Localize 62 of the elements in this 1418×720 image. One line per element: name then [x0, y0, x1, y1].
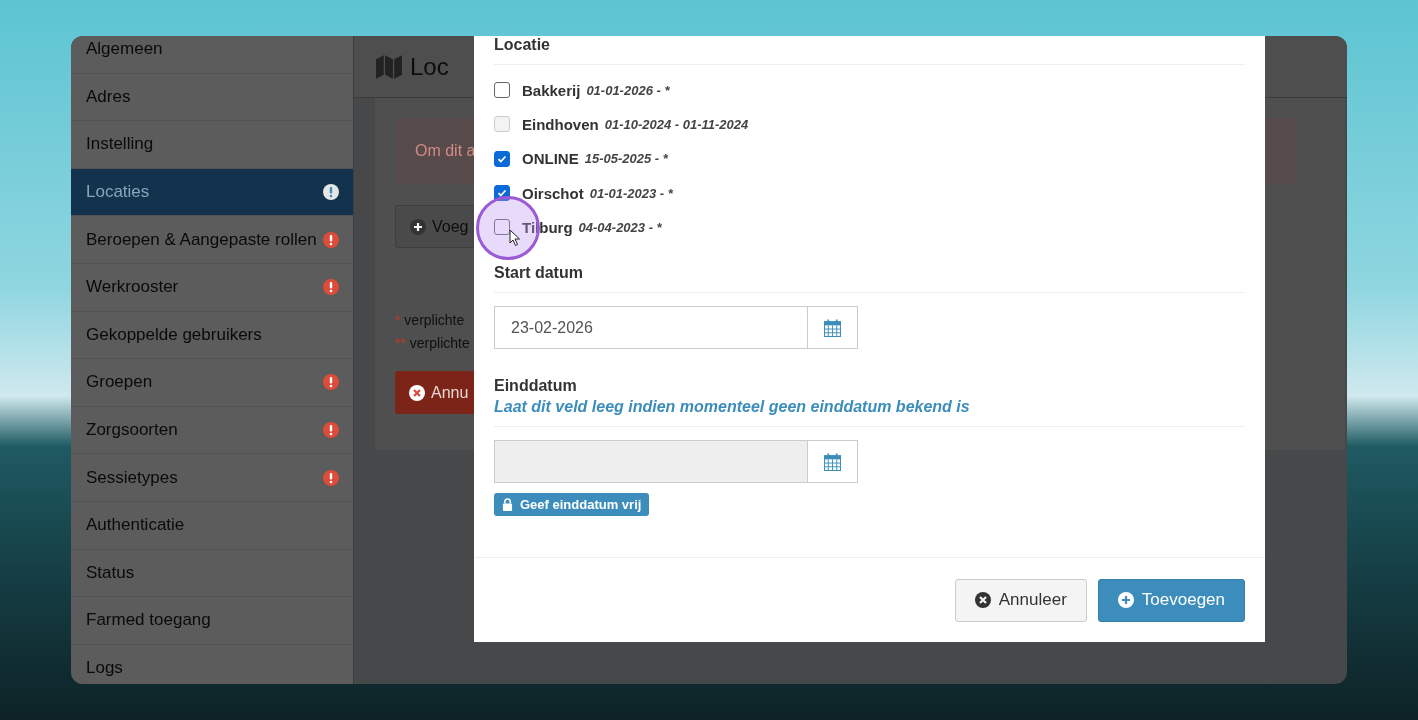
location-period: 01-01-2026 - *	[586, 82, 670, 98]
sidebar-label: Sessietypes	[86, 467, 179, 488]
sidebar-label: Instelling	[86, 134, 155, 155]
location-period: 04-04-2023 - *	[578, 219, 662, 235]
location-period: 01-10-2024 - 01-11-2024	[604, 116, 749, 132]
sidebar-label: Locaties	[86, 182, 151, 203]
sidebar-item[interactable]: Locaties	[71, 168, 353, 217]
close-circle-icon	[974, 592, 991, 608]
note-text: verplichte	[404, 312, 465, 328]
sidebar-label: Algemeen	[86, 39, 164, 60]
sidebar-label: Status	[86, 562, 136, 583]
close-circle-icon	[409, 384, 425, 401]
checkbox[interactable]	[494, 150, 510, 167]
sidebar-item[interactable]: Groepen	[71, 359, 353, 407]
note-text: verplichte	[409, 335, 470, 351]
sidebar-item[interactable]: Gekoppelde gebruikers	[71, 311, 353, 360]
required-marker: *	[395, 312, 401, 328]
sidebar-label: Adres	[86, 86, 132, 107]
sidebar-item[interactable]: Sessietypes	[71, 454, 353, 502]
cursor-icon	[509, 229, 521, 247]
sidebar-item[interactable]: Adres	[71, 73, 353, 122]
add-button[interactable]: Toevoegen	[1097, 578, 1245, 622]
sidebar-item[interactable]: Logs	[71, 644, 353, 684]
sidebar-label: Groepen	[86, 372, 154, 393]
date-field[interactable]: 23-02-2026	[494, 306, 858, 350]
sidebar-label: Zorgsoorten	[86, 420, 179, 441]
map-icon	[376, 54, 402, 79]
alert-text: Om dit a	[415, 142, 476, 160]
help-text: Laat dit veld leeg indien momenteel geen einddatum bekend is	[494, 398, 971, 417]
plus-circle-icon	[1117, 592, 1134, 608]
location-name: Bakkerij	[522, 81, 581, 99]
location-period: 15-05-2025 - *	[584, 151, 668, 167]
location-name: Oirschot	[522, 184, 584, 202]
sidebar-item[interactable]: Werkrooster	[71, 263, 353, 312]
checkbox[interactable]	[494, 82, 510, 99]
field-label: Start datum	[494, 264, 584, 283]
calendar-icon	[824, 319, 841, 337]
location-period: 01-01-2023 - *	[589, 185, 673, 201]
location-name: ONLINE	[522, 150, 579, 168]
location-name: Eindhoven	[522, 115, 599, 133]
sidebar-item[interactable]: Algemeen	[71, 36, 353, 74]
sidebar-label: Authenticatie	[86, 515, 186, 536]
sidebar-item[interactable]: Status	[71, 549, 353, 598]
sidebar-item[interactable]: Instelling	[71, 121, 353, 169]
sidebar-label: Werkrooster	[86, 277, 180, 298]
sidebar-item[interactable]: Zorgsoorten	[71, 406, 353, 455]
section-title: Locatie	[494, 36, 551, 54]
lock-icon	[502, 498, 513, 512]
cancel-button[interactable]: Annuleer	[954, 578, 1087, 622]
checkbox[interactable]	[494, 185, 510, 202]
page-title: Loc	[410, 52, 449, 81]
field-label: Einddatum	[494, 377, 578, 396]
calendar-icon	[824, 453, 841, 471]
sidebar-item[interactable]: Beroepen & Aangepaste rollen	[71, 216, 353, 264]
plus-circle-icon	[410, 218, 426, 235]
sidebar-label: Logs	[86, 658, 124, 678]
sidebar-item[interactable]: Authenticatie	[71, 501, 353, 550]
sidebar-label: Farmed toegang	[86, 610, 212, 631]
sidebar-label: Gekoppelde gebruikers	[86, 324, 263, 345]
required-marker: **	[395, 335, 406, 351]
sidebar-label: Beroepen & Aangepaste rollen	[86, 229, 318, 250]
sidebar-item[interactable]: Farmed toegang	[71, 597, 353, 645]
